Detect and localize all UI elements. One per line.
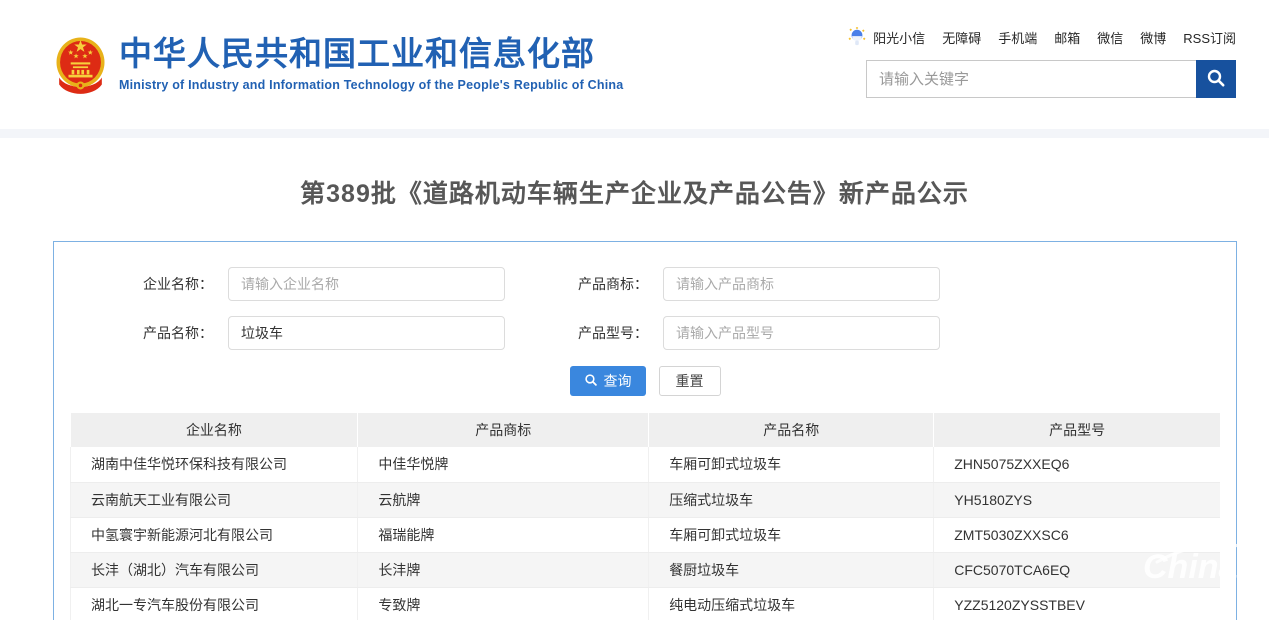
product-model-input[interactable] xyxy=(663,316,940,350)
col-header-enterprise-name: 企业名称 xyxy=(71,413,358,447)
results-table: 企业名称 产品商标 产品名称 产品型号 湖南中佳华悦环保科技有限公司 中佳华悦牌… xyxy=(70,413,1220,620)
field-product-brand: 产品商标： xyxy=(505,267,940,301)
nav-link-weibo[interactable]: 微博 xyxy=(1140,28,1166,47)
header-nav: 阳光小信 无障碍 手机端 邮箱 微信 微博 RSS订阅 xyxy=(866,27,1236,47)
table-row: 湖北一专汽车股份有限公司 专致牌 纯电动压缩式垃圾车 YZZ5120ZYSSTB… xyxy=(71,587,1221,620)
table-row: 长沣（湖北）汽车有限公司 长沣牌 餐厨垃圾车 CFC5070TCA6EQ xyxy=(71,552,1221,587)
query-button-label: 查询 xyxy=(604,371,632,391)
field-product-name: 产品名称： xyxy=(70,316,505,350)
reset-button[interactable]: 重置 xyxy=(659,366,721,396)
product-name-label: 产品名称： xyxy=(70,323,228,343)
cell-enterprise-name: 湖南中佳华悦环保科技有限公司 xyxy=(71,447,358,482)
cell-product-brand: 长沣牌 xyxy=(358,552,649,587)
announcement-query-panel: 企业名称： 产品商标： 产品名称： 产品型号： 查询 重置 xyxy=(53,241,1237,620)
nav-link-mail[interactable]: 邮箱 xyxy=(1054,28,1080,47)
national-emblem-icon xyxy=(52,33,109,97)
cell-product-brand: 中佳华悦牌 xyxy=(358,447,649,482)
col-header-product-name: 产品名称 xyxy=(649,413,934,447)
cell-product-model: YZZ5120ZYSSTBEV xyxy=(934,587,1220,620)
table-row: 云南航天工业有限公司 云航牌 压缩式垃圾车 YH5180ZYS xyxy=(71,482,1221,517)
site-title: 中华人民共和国工业和信息化部 xyxy=(119,35,623,73)
product-model-label: 产品型号： xyxy=(505,323,663,343)
cell-enterprise-name: 云南航天工业有限公司 xyxy=(71,482,358,517)
table-row: 湖南中佳华悦环保科技有限公司 中佳华悦牌 车厢可卸式垃圾车 ZHN5075ZXX… xyxy=(71,447,1221,482)
product-brand-input[interactable] xyxy=(663,267,940,301)
cell-product-name: 车厢可卸式垃圾车 xyxy=(649,517,934,552)
nav-link-rss[interactable]: RSS订阅 xyxy=(1183,28,1236,47)
nav-link-sunshine[interactable]: 阳光小信 xyxy=(873,28,925,47)
page-title: 第389批《道路机动车辆生产企业及产品公告》新产品公示 xyxy=(0,174,1269,210)
nav-link-mobile[interactable]: 手机端 xyxy=(998,28,1037,47)
cell-product-name: 餐厨垃圾车 xyxy=(649,552,934,587)
site-title-block: 中华人民共和国工业和信息化部 Ministry of Industry and … xyxy=(119,33,623,92)
site-header: 中华人民共和国工业和信息化部 Ministry of Industry and … xyxy=(0,0,1269,129)
enterprise-name-input[interactable] xyxy=(228,267,505,301)
product-name-input[interactable] xyxy=(228,316,505,350)
cell-product-name: 纯电动压缩式垃圾车 xyxy=(649,587,934,620)
enterprise-name-label: 企业名称： xyxy=(70,274,228,294)
cell-product-brand: 云航牌 xyxy=(358,482,649,517)
cell-product-model: ZHN5075ZXXEQ6 xyxy=(934,447,1220,482)
cell-enterprise-name: 长沣（湖北）汽车有限公司 xyxy=(71,552,358,587)
header-divider xyxy=(0,129,1269,138)
cell-product-name: 压缩式垃圾车 xyxy=(649,482,934,517)
mascot-icon xyxy=(848,27,866,47)
cell-product-model: YH5180ZYS xyxy=(934,482,1220,517)
product-brand-label: 产品商标： xyxy=(505,274,663,294)
col-header-product-brand: 产品商标 xyxy=(358,413,649,447)
col-header-product-model: 产品型号 xyxy=(934,413,1220,447)
cell-enterprise-name: 中氢寰宇新能源河北有限公司 xyxy=(71,517,358,552)
query-search-icon xyxy=(584,373,598,390)
cell-product-model: CFC5070TCA6EQ xyxy=(934,552,1220,587)
cell-product-brand: 专致牌 xyxy=(358,587,649,620)
form-actions: 查询 重置 xyxy=(70,366,1220,396)
nav-link-wechat[interactable]: 微信 xyxy=(1097,28,1123,47)
table-header-row: 企业名称 产品商标 产品名称 产品型号 xyxy=(71,413,1221,447)
field-enterprise-name: 企业名称： xyxy=(70,267,505,301)
cell-product-brand: 福瑞能牌 xyxy=(358,517,649,552)
form-row-1: 企业名称： 产品商标： xyxy=(70,267,1220,301)
query-button[interactable]: 查询 xyxy=(570,366,646,396)
nav-link-accessibility[interactable]: 无障碍 xyxy=(942,28,981,47)
search-icon xyxy=(1205,67,1227,92)
cell-product-name: 车厢可卸式垃圾车 xyxy=(649,447,934,482)
site-search-bar xyxy=(866,60,1236,98)
cell-enterprise-name: 湖北一专汽车股份有限公司 xyxy=(71,587,358,620)
cell-product-model: ZMT5030ZXXSC6 xyxy=(934,517,1220,552)
site-subtitle: Ministry of Industry and Information Tec… xyxy=(119,78,623,92)
site-search-input[interactable] xyxy=(867,61,1196,97)
site-search-button[interactable] xyxy=(1196,60,1236,98)
table-row: 中氢寰宇新能源河北有限公司 福瑞能牌 车厢可卸式垃圾车 ZMT5030ZXXSC… xyxy=(71,517,1221,552)
form-row-2: 产品名称： 产品型号： xyxy=(70,316,1220,350)
field-product-model: 产品型号： xyxy=(505,316,940,350)
